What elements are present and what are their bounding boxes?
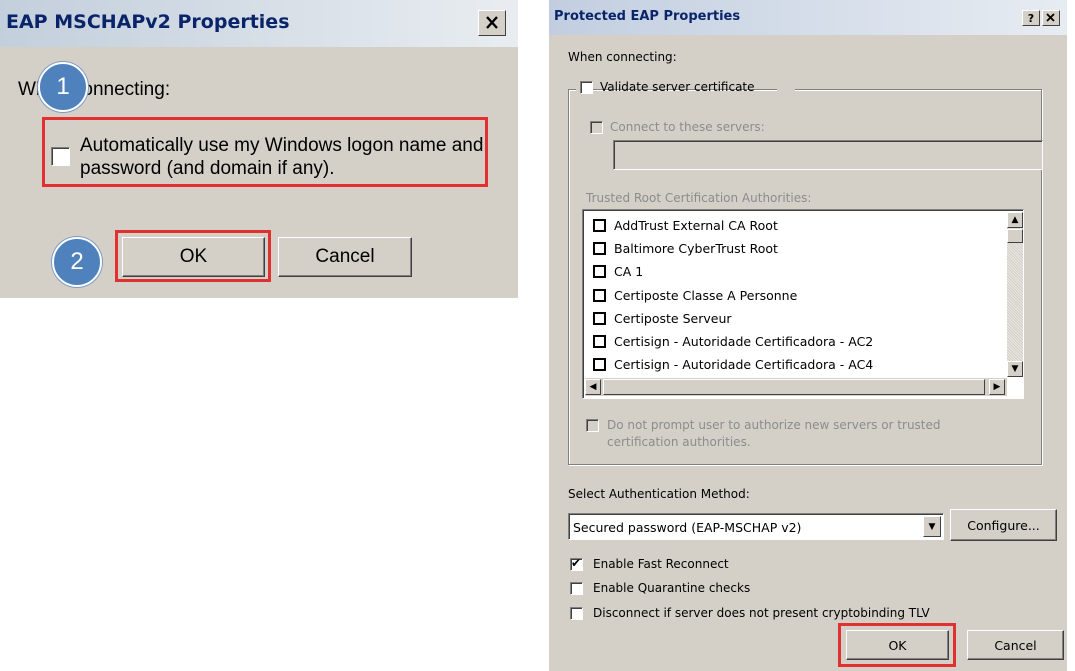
trusted-root-label: Trusted Root Certification Authorities:	[586, 191, 812, 205]
eap-mschapv2-dialog: EAP MSCHAPv2 Properties When connecting:…	[0, 0, 518, 298]
ca-checkbox[interactable]	[593, 358, 606, 371]
fast-reconnect-label: Enable Fast Reconnect	[593, 557, 729, 571]
arrow-left-icon: ◀	[589, 382, 597, 392]
validate-cert-row[interactable]: Validate server certificate	[576, 79, 755, 97]
ca-checkbox[interactable]	[593, 289, 606, 302]
list-item[interactable]: Certiposte Serveur	[593, 307, 732, 330]
configure-button[interactable]: Configure...	[950, 509, 1057, 541]
no-prompt-label-line2: certification authorities.	[607, 435, 751, 449]
close-icon	[486, 16, 498, 29]
ca-name: Baltimore CyberTrust Root	[614, 241, 778, 256]
title-bar: Protected EAP Properties ?	[549, 0, 1067, 35]
arrow-down-icon: ▼	[1011, 364, 1019, 374]
connect-servers-label: Connect to these servers:	[610, 120, 765, 134]
auth-method-value: Secured password (EAP-MSCHAP v2)	[573, 520, 802, 535]
ca-checkbox[interactable]	[593, 265, 606, 278]
arrow-right-icon: ▶	[993, 382, 1001, 392]
horizontal-scroll-thumb[interactable]	[603, 379, 985, 395]
step-2-badge: 2	[52, 237, 102, 287]
servers-input[interactable]	[613, 140, 1043, 170]
auth-method-label: Select Authentication Method:	[568, 487, 750, 501]
help-icon: ?	[1027, 11, 1035, 25]
vertical-scroll-thumb[interactable]	[1007, 229, 1023, 243]
validate-cert-label: Validate server certificate	[600, 80, 755, 94]
list-item[interactable]: Certisign - Autoridade Certificadora - A…	[593, 353, 873, 376]
help-button[interactable]: ?	[1022, 10, 1040, 26]
close-button[interactable]	[478, 10, 506, 36]
scroll-left-button[interactable]: ◀	[585, 379, 601, 395]
scroll-up-button[interactable]: ▲	[1007, 212, 1023, 228]
ca-name: Certiposte Serveur	[614, 311, 732, 326]
arrow-up-icon: ▲	[1011, 215, 1019, 225]
title-bar: EAP MSCHAPv2 Properties	[0, 0, 518, 47]
dialog-title: Protected EAP Properties	[554, 9, 741, 24]
ok-button[interactable]: OK	[846, 630, 949, 660]
ca-name: Certisign - Autoridade Certificadora - A…	[614, 334, 874, 349]
cancel-button[interactable]: Cancel	[967, 630, 1064, 660]
ca-checkbox[interactable]	[593, 312, 606, 325]
ca-checkbox[interactable]	[593, 242, 606, 255]
step-1-badge: 1	[38, 62, 88, 112]
connect-servers-checkbox[interactable]	[590, 121, 603, 134]
no-prompt-label-line1: Do not prompt user to authorize new serv…	[607, 418, 941, 432]
protected-eap-dialog: Protected EAP Properties ? When connecti…	[549, 0, 1067, 671]
quarantine-checkbox[interactable]	[570, 582, 583, 595]
list-item[interactable]: CA 1	[593, 260, 643, 283]
auth-method-select[interactable]: Secured password (EAP-MSCHAP v2) ▼	[568, 513, 944, 540]
list-item[interactable]: Baltimore CyberTrust Root	[593, 237, 778, 260]
ca-name: AddTrust External CA Root	[614, 218, 778, 233]
scroll-down-button[interactable]: ▼	[1007, 361, 1023, 377]
close-button[interactable]	[1042, 10, 1060, 26]
ok-button[interactable]: OK	[122, 237, 265, 277]
ca-name: Certiposte Classe A Personne	[614, 288, 798, 303]
close-icon	[1046, 13, 1055, 22]
quarantine-label: Enable Quarantine checks	[593, 581, 751, 595]
auto-logon-label: Automatically use my Windows logon name …	[80, 135, 484, 179]
when-connecting-label: When connecting:	[568, 50, 677, 64]
chevron-down-icon: ▼	[928, 521, 936, 532]
ca-checkbox[interactable]	[593, 219, 606, 232]
no-prompt-checkbox[interactable]	[586, 419, 599, 432]
dropdown-button[interactable]: ▼	[923, 516, 941, 537]
ca-listbox[interactable]: AddTrust External CA Root Baltimore Cybe…	[582, 209, 1024, 399]
ca-checkbox[interactable]	[593, 335, 606, 348]
list-item[interactable]: Certisign - Autoridade Certificadora - A…	[593, 330, 873, 353]
scroll-right-button[interactable]: ▶	[989, 379, 1005, 395]
cryptobinding-checkbox[interactable]	[570, 607, 583, 620]
ca-name: Certisign - Autoridade Certificadora - A…	[614, 357, 874, 372]
validate-cert-checkbox[interactable]	[580, 81, 593, 94]
auto-logon-checkbox[interactable]	[51, 147, 70, 166]
fast-reconnect-checkbox[interactable]	[570, 556, 583, 571]
cancel-button[interactable]: Cancel	[278, 237, 412, 277]
list-item[interactable]: AddTrust External CA Root	[593, 214, 778, 237]
horizontal-scrollbar[interactable]: ◀ ▶	[585, 378, 1007, 396]
dialog-title: EAP MSCHAPv2 Properties	[6, 11, 290, 33]
ca-name: CA 1	[614, 264, 644, 279]
cryptobinding-label: Disconnect if server does not present cr…	[593, 606, 930, 620]
list-item[interactable]: Certiposte Classe A Personne	[593, 284, 797, 307]
